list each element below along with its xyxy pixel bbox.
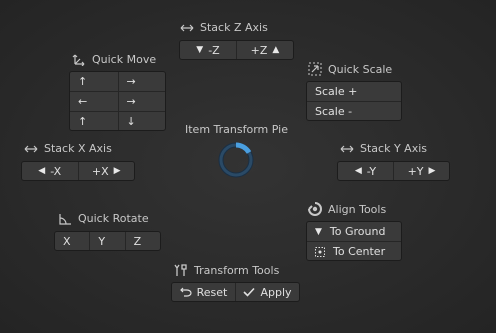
stack-x-neg-button[interactable]: ◀ -X xyxy=(22,162,78,180)
triangle-down-icon: ▼ xyxy=(315,226,322,237)
scale-plus-button[interactable]: Scale + xyxy=(307,82,401,101)
stack-z-group: ▼ -Z +Z ▲ xyxy=(179,40,294,60)
stack-z-neg-button[interactable]: ▼ -Z xyxy=(180,41,236,59)
triangle-left-icon: ◀ xyxy=(354,166,362,176)
triangle-right-icon: ▶ xyxy=(113,166,121,176)
center-pivot-icon xyxy=(315,246,325,257)
align-brush-icon xyxy=(308,202,322,216)
rotate-y-button[interactable]: Y xyxy=(89,232,124,250)
stack-y-label: Stack Y Axis xyxy=(360,142,427,155)
triangle-right-icon: ▶ xyxy=(428,166,436,176)
move-down-button[interactable]: ↓ xyxy=(117,111,165,130)
transform-tools-group: Reset Apply xyxy=(171,282,300,302)
align-tools-label: Align Tools xyxy=(328,202,387,216)
move-left-button[interactable]: ← xyxy=(70,91,118,111)
transform-tools-label: Transform Tools xyxy=(194,263,280,277)
stack-x-pos-button[interactable]: +X ▶ xyxy=(77,162,135,180)
double-arrow-icon xyxy=(180,24,194,32)
quick-rotate-title: Quick Rotate xyxy=(58,212,149,225)
pie-title: Item Transform Pie xyxy=(185,123,288,136)
stack-y-neg-button[interactable]: ◀ -Y xyxy=(338,162,393,180)
move-up-button[interactable]: ↑ xyxy=(70,111,118,130)
stack-y-title: Stack Y Axis xyxy=(340,142,427,155)
quick-move-group: ↑ → ← → ↑ ↓ xyxy=(69,71,166,131)
stack-x-title: Stack X Axis xyxy=(24,142,112,155)
scale-icon xyxy=(308,62,322,76)
quick-scale-label: Quick Scale xyxy=(328,62,393,76)
quick-rotate-group: X Y Z xyxy=(54,231,161,251)
rotate-z-button[interactable]: Z xyxy=(124,232,160,250)
undo-icon xyxy=(179,287,192,297)
move-axes-icon xyxy=(72,52,86,66)
double-arrow-icon xyxy=(24,145,38,153)
angle-icon xyxy=(58,213,72,225)
stack-x-group: ◀ -X +X ▶ xyxy=(21,161,135,181)
triangle-left-icon: ◀ xyxy=(38,166,46,176)
move-right-button-2[interactable]: → xyxy=(117,91,165,111)
move-up-left-button[interactable]: ↑ xyxy=(70,72,118,91)
transform-tools-title: Transform Tools xyxy=(174,263,279,277)
to-center-button[interactable]: To Center xyxy=(307,241,401,260)
align-tools-group: ▼ To Ground To Center xyxy=(306,221,402,261)
stack-z-label: Stack Z Axis xyxy=(200,21,268,34)
stack-y-pos-button[interactable]: +Y ▶ xyxy=(393,162,449,180)
quick-scale-title: Quick Scale xyxy=(308,62,392,76)
quick-scale-group: Scale + Scale - xyxy=(306,81,402,121)
to-ground-button[interactable]: ▼ To Ground xyxy=(307,222,401,241)
quick-rotate-label: Quick Rotate xyxy=(78,212,149,225)
tools-icon xyxy=(174,263,188,277)
reset-button[interactable]: Reset xyxy=(172,283,235,301)
align-tools-title: Align Tools xyxy=(308,202,386,216)
stack-x-label: Stack X Axis xyxy=(44,142,112,155)
triangle-up-icon: ▲ xyxy=(272,45,280,55)
stack-z-pos-button[interactable]: +Z ▲ xyxy=(236,41,293,59)
triangle-down-icon: ▼ xyxy=(196,45,204,55)
scale-minus-button[interactable]: Scale - xyxy=(307,101,401,120)
rotate-x-button[interactable]: X xyxy=(55,232,89,250)
move-right-button[interactable]: → xyxy=(117,72,166,91)
quick-move-title: Quick Move xyxy=(72,52,156,66)
pie-direction-ring-icon xyxy=(218,142,254,178)
apply-button[interactable]: Apply xyxy=(235,283,299,301)
checkmark-icon xyxy=(243,287,256,297)
quick-move-label: Quick Move xyxy=(92,52,157,66)
stack-z-title: Stack Z Axis xyxy=(180,21,268,34)
stack-y-group: ◀ -Y +Y ▶ xyxy=(337,161,450,181)
double-arrow-icon xyxy=(340,145,354,153)
